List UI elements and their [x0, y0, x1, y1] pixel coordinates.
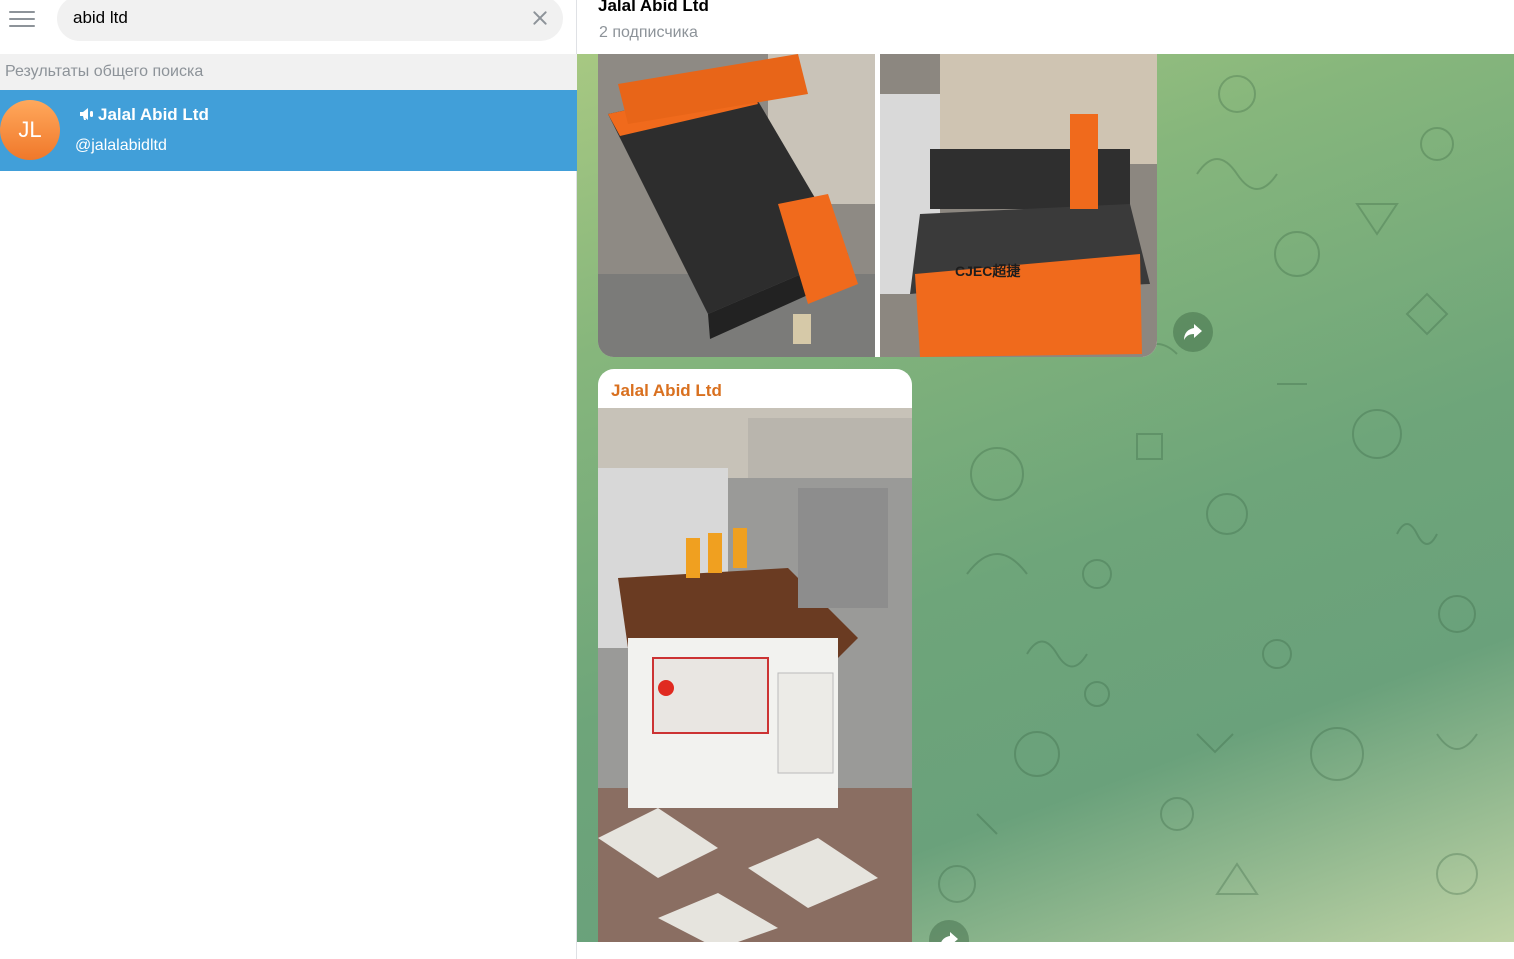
result-name: Jalal Abid Ltd [98, 105, 209, 124]
chat-title: Jalal Abid Ltd [598, 0, 709, 15]
photo-album-message[interactable]: CJEC超捷 [598, 54, 1157, 357]
avatar: JL [0, 100, 60, 160]
search-result-item[interactable]: JL Jalal Abid Ltd @jalalabidltd [0, 90, 577, 171]
cnc-router-photo[interactable] [598, 54, 875, 357]
photo-message[interactable]: Jalal Abid Ltd [598, 369, 912, 942]
hamburger-menu-icon[interactable] [9, 9, 35, 29]
chat-panel: Jalal Abid Ltd 2 подписчика CJEC超捷 Jalal… [577, 0, 1514, 959]
global-search-results-header: Результаты общего поиска [0, 54, 577, 90]
left-panel: Результаты общего поиска JL Jalal Abid L… [0, 0, 577, 959]
cnc-router-photo[interactable]: CJEC超捷 [880, 54, 1157, 357]
message-author[interactable]: Jalal Abid Ltd [611, 381, 722, 401]
svg-text:CJEC超捷: CJEC超捷 [955, 263, 1021, 279]
share-arrow-icon[interactable] [1173, 312, 1213, 352]
search-box [57, 0, 563, 41]
result-handle: @jalalabidltd [75, 137, 167, 154]
close-icon[interactable] [531, 9, 549, 27]
chat-subscriber-count: 2 подписчика [599, 24, 698, 41]
search-input[interactable] [73, 6, 513, 30]
chat-background: CJEC超捷 Jalal Abid Ltd [577, 54, 1514, 942]
megaphone-icon [80, 108, 93, 120]
message-input-bar[interactable] [577, 942, 1514, 959]
chat-header[interactable]: Jalal Abid Ltd 2 подписчика [577, 0, 1514, 54]
edge-banding-machine-photo[interactable] [598, 408, 912, 942]
